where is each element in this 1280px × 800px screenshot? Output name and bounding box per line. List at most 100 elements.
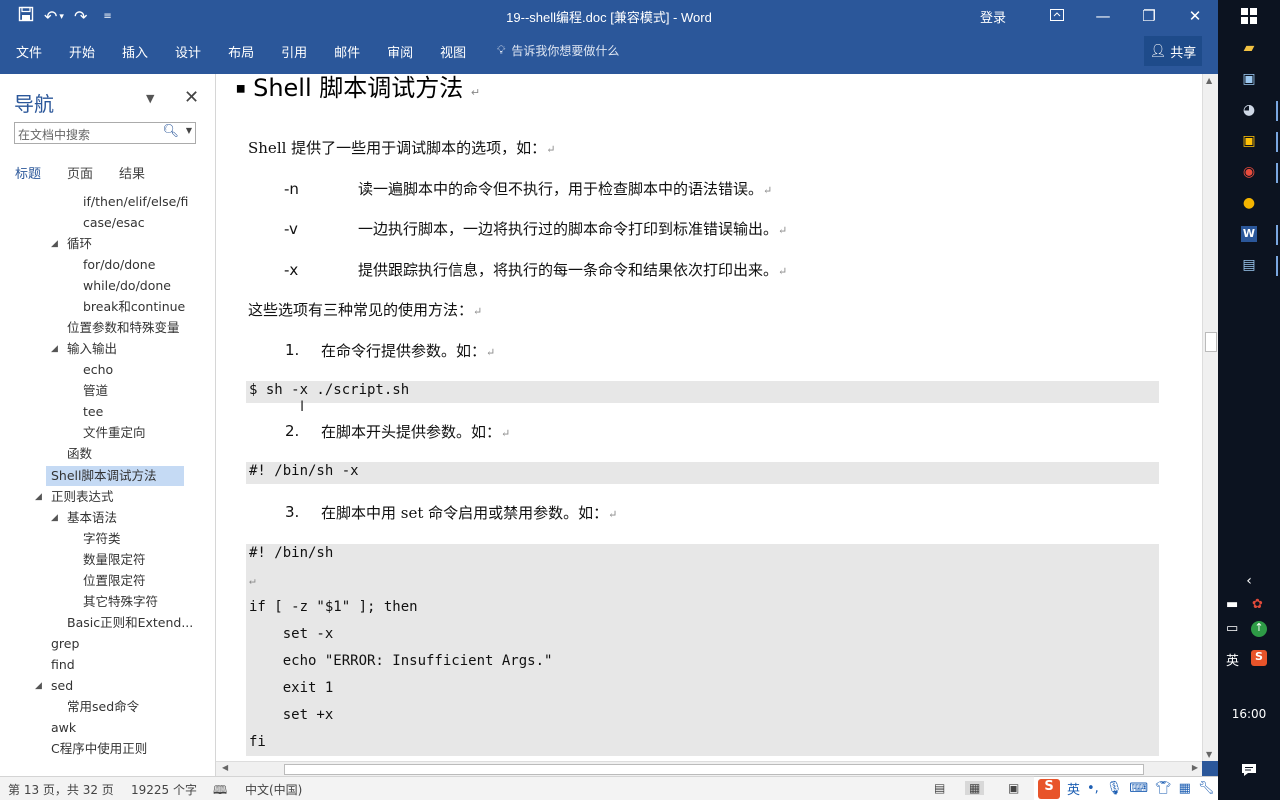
- scroll-right-icon[interactable]: ▶: [1192, 763, 1198, 772]
- share-button[interactable]: 👤︎ 共享: [1144, 36, 1202, 66]
- nav-item[interactable]: ◢ sed: [32, 676, 73, 696]
- nav-item[interactable]: ◢ 输入输出: [48, 339, 117, 359]
- tab-insert[interactable]: 插入: [122, 42, 148, 61]
- option-flag: -x: [284, 261, 299, 279]
- tab-design[interactable]: 设计: [175, 42, 201, 61]
- windows-start-icon[interactable]: [1241, 8, 1257, 24]
- nav-options-icon[interactable]: ▼: [146, 92, 154, 105]
- collapse-arrow-icon[interactable]: ◢: [35, 676, 42, 696]
- nav-item[interactable]: 数量限定符: [83, 550, 146, 570]
- network-icon[interactable]: ▭: [1226, 621, 1238, 636]
- tray-app-icon[interactable]: ✿: [1252, 597, 1263, 612]
- nav-item[interactable]: 字符类: [83, 529, 121, 549]
- nav-item[interactable]: break和continue: [83, 297, 185, 317]
- vertical-scroll-thumb[interactable]: [1205, 332, 1217, 352]
- wrench-icon[interactable]: 🔧︎: [1198, 781, 1215, 796]
- collapse-arrow-icon[interactable]: ◢: [51, 339, 58, 359]
- nav-item[interactable]: case/esac: [83, 213, 145, 233]
- language[interactable]: 中文(中国): [245, 781, 302, 798]
- read-mode-icon[interactable]: ▤: [934, 781, 945, 795]
- nav-item[interactable]: 函数: [67, 444, 92, 464]
- print-layout-icon[interactable]: ▦: [965, 781, 985, 795]
- ime-lang-toggle[interactable]: 英: [1067, 779, 1080, 798]
- search-icon[interactable]: 🔍︎: [162, 124, 179, 139]
- collapse-arrow-icon[interactable]: ◢: [35, 487, 42, 507]
- scroll-left-icon[interactable]: ◀: [222, 763, 228, 772]
- nav-item[interactable]: while/do/done: [83, 276, 171, 296]
- collapse-arrow-icon[interactable]: ◢: [51, 508, 58, 528]
- action-center-icon[interactable]: [1241, 762, 1257, 778]
- tab-view[interactable]: 视图: [440, 42, 466, 61]
- nav-item[interactable]: echo: [83, 360, 113, 380]
- horizontal-scrollbar[interactable]: ◀ ▶: [216, 761, 1202, 776]
- nav-item[interactable]: 其它特殊字符: [83, 592, 158, 612]
- nav-search-input[interactable]: 在文档中搜索 🔍︎ ▼: [14, 122, 196, 144]
- ime-lang-indicator[interactable]: 英: [1226, 650, 1239, 669]
- scroll-down-icon[interactable]: ▼: [1206, 750, 1212, 759]
- nav-item[interactable]: 常用sed命令: [67, 697, 139, 717]
- app-icon[interactable]: ●: [1241, 195, 1257, 211]
- nav-item[interactable]: 文件重定向: [83, 423, 146, 443]
- chrome-icon[interactable]: ◉: [1241, 164, 1257, 180]
- ribbon-display-options-icon[interactable]: [1034, 7, 1080, 25]
- nav-tab-pages[interactable]: 页面: [67, 163, 93, 182]
- nav-item[interactable]: C程序中使用正则: [51, 739, 147, 759]
- nav-tab-results[interactable]: 结果: [119, 163, 145, 182]
- nav-item[interactable]: ◢ 基本语法: [48, 508, 117, 528]
- collapse-arrow-icon[interactable]: ◢: [51, 234, 58, 254]
- tab-layout[interactable]: 布局: [228, 42, 254, 61]
- tab-home[interactable]: 开始: [69, 42, 95, 61]
- close-icon[interactable]: ✕: [1172, 7, 1218, 25]
- tab-mailings[interactable]: 邮件: [334, 42, 360, 61]
- tab-references[interactable]: 引用: [281, 42, 307, 61]
- notepad-icon[interactable]: ▤: [1241, 257, 1257, 273]
- nav-item[interactable]: ◢ 循环: [48, 234, 92, 254]
- keyboard-icon[interactable]: ⌨: [1129, 781, 1148, 796]
- vertical-scrollbar[interactable]: ▲ ▼: [1202, 74, 1218, 761]
- search-dropdown-icon[interactable]: ▼: [186, 126, 192, 135]
- proofing-icon[interactable]: 🕮︎: [213, 781, 227, 800]
- nav-item[interactable]: if/then/elif/else/fi: [83, 192, 188, 212]
- nav-item[interactable]: 位置参数和特殊变量: [67, 318, 180, 338]
- sogou-tray-icon[interactable]: S: [1251, 650, 1267, 666]
- minimize-icon[interactable]: —: [1080, 7, 1126, 25]
- tell-me-box[interactable]: 💡︎ 告诉我你想要做什么: [497, 42, 619, 59]
- nav-item[interactable]: for/do/done: [83, 255, 155, 275]
- monitor-app-icon[interactable]: ▣: [1241, 71, 1257, 87]
- nav-item[interactable]: 管道: [83, 381, 108, 401]
- document-area[interactable]: ■ Shell 脚本调试方法 ↵ Shell 提供了一些用于调试脚本的选项，如：…: [216, 74, 1202, 761]
- scroll-up-icon[interactable]: ▲: [1206, 76, 1212, 85]
- nav-item-selected[interactable]: Shell脚本调试方法: [46, 466, 184, 486]
- sogou-icon[interactable]: S: [1038, 778, 1060, 799]
- punctuation-icon[interactable]: •,: [1087, 781, 1099, 796]
- upload-icon[interactable]: ↑: [1251, 621, 1267, 637]
- nav-item[interactable]: ◢ 正则表达式: [32, 487, 114, 507]
- skin-icon[interactable]: 👕︎: [1155, 781, 1172, 796]
- clock[interactable]: 16:00: [1218, 707, 1280, 721]
- word-count[interactable]: 19225 个字: [131, 781, 197, 798]
- nav-item[interactable]: 位置限定符: [83, 571, 146, 591]
- app-icon[interactable]: ◕: [1241, 102, 1257, 118]
- web-layout-icon[interactable]: ▣: [1008, 781, 1019, 795]
- app-icon[interactable]: ▣: [1241, 133, 1257, 149]
- restore-icon[interactable]: ❐: [1126, 7, 1172, 25]
- nav-item[interactable]: Basic正则和Extend...: [67, 613, 193, 633]
- microphone-icon[interactable]: 🎙︎: [1106, 781, 1123, 796]
- nav-item[interactable]: awk: [51, 718, 76, 738]
- login-button[interactable]: 登录: [980, 7, 1006, 26]
- nav-item[interactable]: grep: [51, 634, 79, 654]
- word-app-icon[interactable]: W: [1241, 226, 1257, 242]
- tab-file[interactable]: 文件: [16, 42, 42, 61]
- nav-close-icon[interactable]: ✕: [184, 87, 199, 108]
- page-count[interactable]: 第 13 页，共 32 页: [8, 781, 114, 798]
- grid-icon[interactable]: ▦: [1179, 781, 1191, 796]
- nav-item[interactable]: find: [51, 655, 75, 675]
- horizontal-scroll-thumb[interactable]: [284, 764, 1144, 775]
- tab-review[interactable]: 审阅: [387, 42, 413, 61]
- tray-app-icon[interactable]: ▬: [1226, 597, 1238, 612]
- nav-item[interactable]: tee: [83, 402, 103, 422]
- show-hidden-icons-icon[interactable]: ‹: [1241, 573, 1257, 589]
- nav-tab-headings[interactable]: 标题: [15, 163, 41, 182]
- document-page[interactable]: ■ Shell 脚本调试方法 ↵ Shell 提供了一些用于调试脚本的选项，如：…: [216, 74, 1202, 761]
- file-explorer-icon[interactable]: ▰: [1241, 40, 1257, 56]
